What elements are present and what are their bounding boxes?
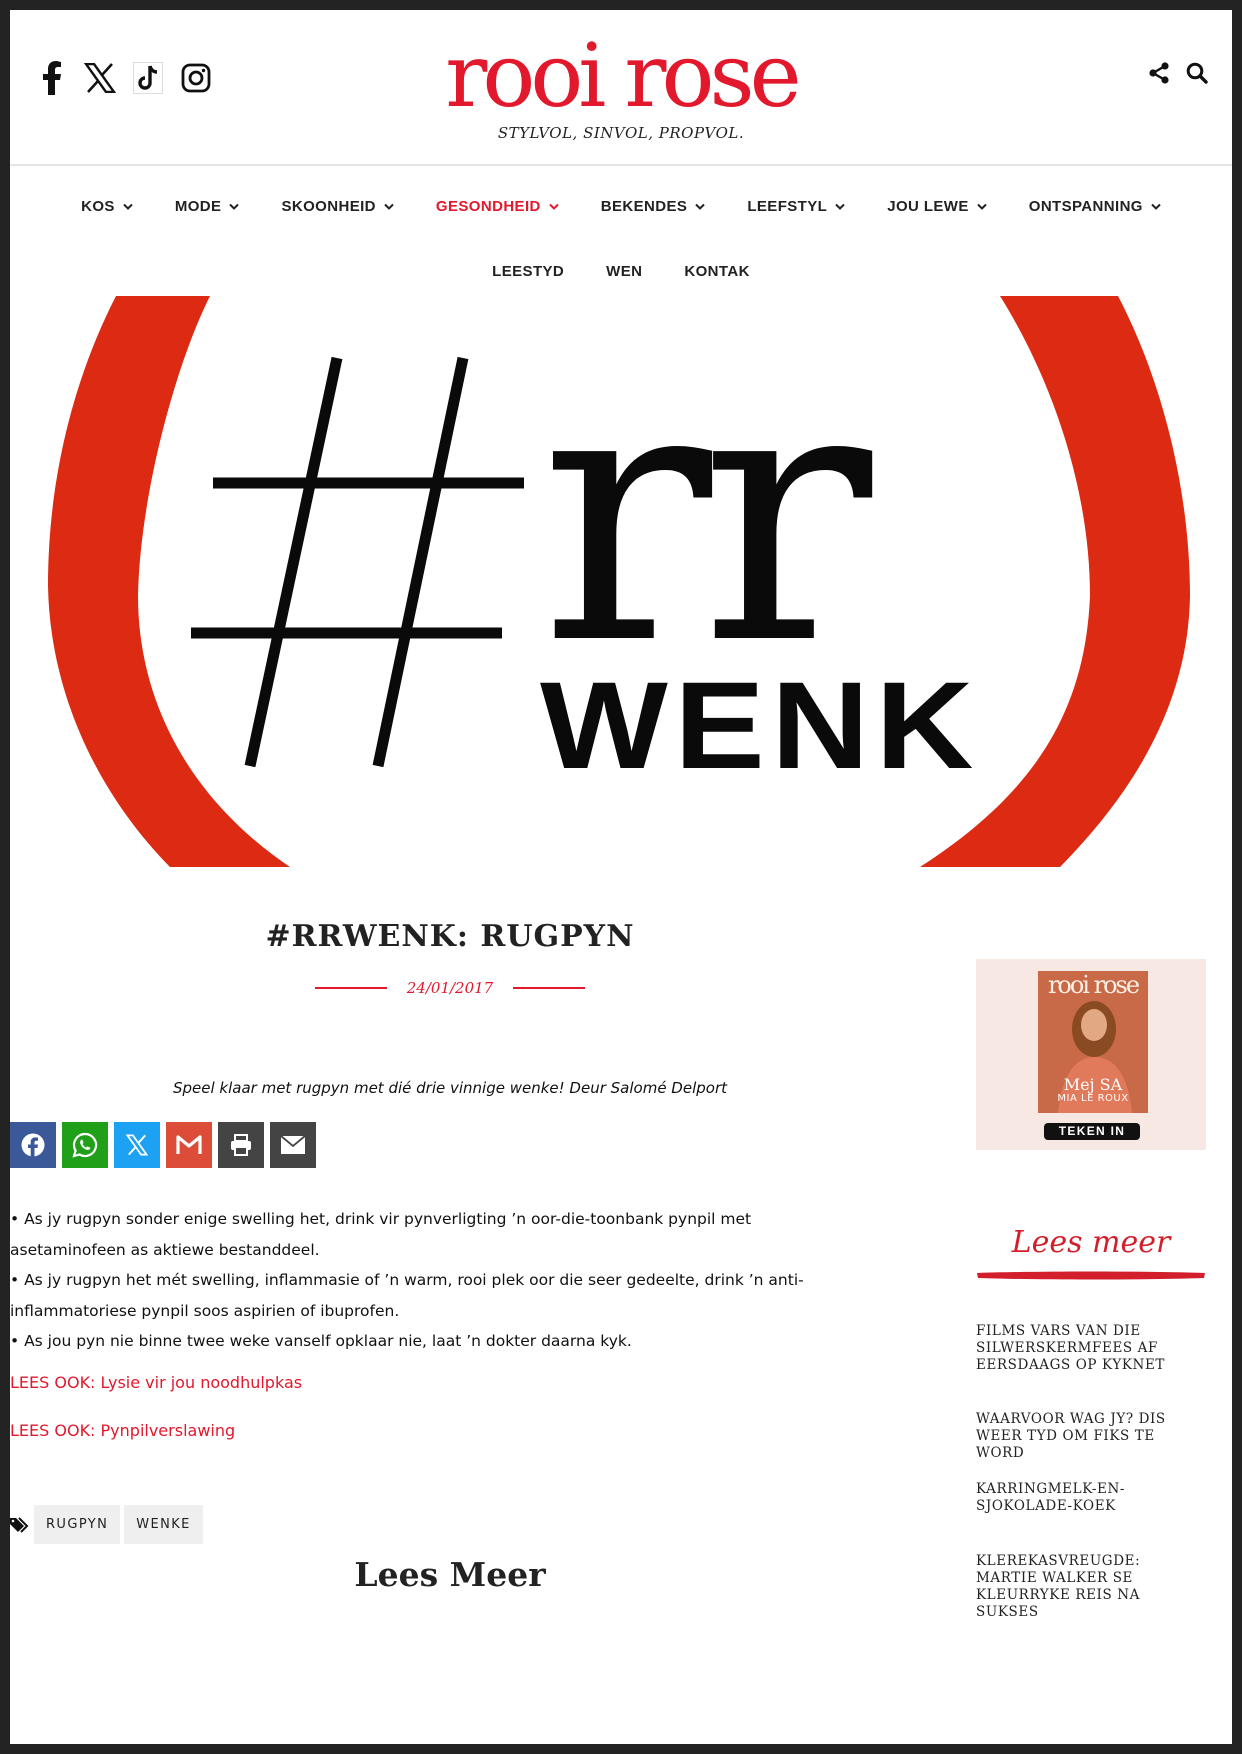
- chevron-down-icon: [123, 203, 133, 210]
- nav-item-label: LEESTYD: [492, 263, 565, 280]
- article-date: 24/01/2017: [406, 979, 494, 997]
- magazine-cover: rooi rose Mej SA MIA LE ROUX: [1038, 971, 1148, 1113]
- nav-row-secondary: LEESTYD WEN KONTAK: [10, 263, 1232, 280]
- nav-item-label: MODE: [174, 198, 222, 215]
- nav-item-jou-lewe[interactable]: JOU LEWE: [887, 198, 987, 215]
- sidebar-link[interactable]: WAARVOOR WAG JY? DIS WEER TYD OM FIKS TE…: [976, 1411, 1206, 1462]
- chevron-down-icon: [835, 203, 845, 210]
- nav-item-skoonheid[interactable]: SKOONHEID: [281, 198, 394, 215]
- nav-item-gesondheid[interactable]: GESONDHEID: [436, 198, 559, 215]
- nav-item-kos[interactable]: KOS: [81, 198, 133, 215]
- subscribe-button[interactable]: TEKEN IN: [1044, 1123, 1140, 1140]
- article-title: #RRWENK: RUGPYN: [265, 919, 635, 954]
- share-email-button[interactable]: [270, 1122, 316, 1168]
- tags-icon: [10, 1516, 29, 1533]
- nav-item-leefstyl[interactable]: LEEFSTYL: [747, 198, 845, 215]
- nav-row-primary: KOS MODE SKOONHEID GESONDHEID BEKENDES L…: [10, 198, 1232, 215]
- site-logo[interactable]: rooi rose STYLVOL, SINVOL, PROPVOL.: [10, 24, 1232, 143]
- nav-item-mode[interactable]: MODE: [175, 198, 240, 215]
- nav-item-wen[interactable]: WEN: [606, 263, 642, 280]
- sidebar-heading: Lees meer: [1011, 1225, 1171, 1260]
- chevron-down-icon: [229, 203, 240, 210]
- share-bar: [10, 1122, 322, 1168]
- hero-wenk-word: WENK: [540, 657, 980, 795]
- hash-symbol: [191, 356, 524, 768]
- x-twitter-icon: [126, 1134, 148, 1156]
- lees-ook-link[interactable]: LEES OOK: Pynpilverslawing: [10, 1421, 235, 1440]
- email-icon: [280, 1135, 306, 1154]
- magazine-logo: rooi rose: [1047, 971, 1140, 999]
- hero-image: rr WENK: [10, 296, 1232, 867]
- share-facebook-button[interactable]: [10, 1122, 56, 1168]
- sidebar-link[interactable]: KLEREKASVREUGDE: MARTIE WALKER SE KLEURR…: [976, 1553, 1206, 1621]
- chevron-down-icon: [384, 203, 394, 210]
- lees-meer-heading: Lees Meer: [354, 1555, 546, 1594]
- nav-item-label: KOS: [81, 198, 115, 215]
- nav-item-ontspanning[interactable]: ONTSPANNING: [1029, 198, 1161, 215]
- divider: [513, 987, 586, 989]
- header-tools: [1132, 62, 1208, 88]
- tag-rugpyn[interactable]: RUGPYN: [34, 1505, 121, 1544]
- sidebar-link[interactable]: FILMS VARS VAN DIE SILWERSKERMFEES AF EE…: [976, 1323, 1206, 1374]
- tag-wenke[interactable]: WENKE: [124, 1505, 203, 1544]
- nav-item-label: JOU LEWE: [887, 198, 969, 215]
- share-print-button[interactable]: [218, 1122, 264, 1168]
- site-header: rooi rose STYLVOL, SINVOL, PROPVOL.: [10, 10, 1232, 166]
- chevron-down-icon: [977, 203, 987, 210]
- chevron-down-icon: [1151, 203, 1161, 210]
- nav-item-label: WEN: [606, 263, 643, 280]
- nav-item-label: GESONDHEID: [435, 198, 541, 215]
- article-body: • As jy rugpyn sonder enige swelling het…: [10, 1204, 840, 1357]
- rr-wenk-graphic: rr WENK: [48, 296, 1190, 867]
- bullet-item: • As jou pyn nie binne twee weke vanself…: [10, 1332, 632, 1350]
- bullet-item: • As jy rugpyn sonder enige swelling het…: [10, 1210, 752, 1259]
- share-whatsapp-button[interactable]: [62, 1122, 108, 1168]
- tag-list: RUGPYN WENKE: [10, 1505, 203, 1544]
- share-x-button[interactable]: [114, 1122, 160, 1168]
- tagline: STYLVOL, SINVOL, PROPVOL.: [497, 124, 745, 142]
- nav-item-leestyd[interactable]: LEESTYD: [492, 263, 564, 280]
- facebook-icon: [21, 1133, 45, 1158]
- divider: [314, 987, 387, 989]
- share-gmail-button[interactable]: [166, 1122, 212, 1168]
- chevron-down-icon: [695, 203, 706, 210]
- sidebar: rooi rose Mej SA MIA LE ROUX TEKEN IN Le…: [976, 867, 1206, 1744]
- chevron-down-icon: [549, 203, 559, 210]
- nav-item-label: LEEFSTYL: [747, 198, 828, 215]
- share-icon[interactable]: [1148, 62, 1170, 88]
- sidebar-link[interactable]: KARRINGMELK-EN-SJOKOLADE-KOEK: [976, 1481, 1206, 1515]
- cover-subhead: MIA LE ROUX: [1057, 1093, 1129, 1104]
- gmail-icon: [176, 1135, 202, 1154]
- lees-ook-link[interactable]: LEES OOK: Lysie vir jou noodhulpkas: [10, 1373, 302, 1392]
- search-icon[interactable]: [1186, 62, 1208, 88]
- left-brush-stroke: [48, 296, 290, 867]
- cover-headline: Mej SA: [1063, 1075, 1123, 1094]
- nav-item-label: BEKENDES: [600, 198, 688, 215]
- nav-item-label: SKOONHEID: [281, 198, 376, 215]
- article-intro: Speel klaar met rugpyn met dié drie vinn…: [172, 1079, 728, 1097]
- nav-item-label: KONTAK: [684, 263, 750, 280]
- article-dateline: 24/01/2017: [10, 979, 890, 997]
- page: rooi rose STYLVOL, SINVOL, PROPVOL. KOS …: [10, 10, 1232, 1744]
- whatsapp-icon: [72, 1132, 98, 1158]
- bullet-item: • As jy rugpyn het mét swelling, inflamm…: [10, 1271, 804, 1320]
- magazine-subscribe-widget[interactable]: rooi rose Mej SA MIA LE ROUX TEKEN IN: [976, 959, 1206, 1150]
- logo-text: rooi rose: [445, 24, 801, 127]
- main-nav: KOS MODE SKOONHEID GESONDHEID BEKENDES L…: [10, 168, 1232, 298]
- brush-underline: [977, 1271, 1205, 1280]
- article: #RRWENK: RUGPYN 24/01/2017 Speel klaar m…: [10, 867, 890, 1744]
- print-icon: [231, 1134, 251, 1156]
- nav-item-label: ONTSPANNING: [1028, 198, 1143, 215]
- nav-item-bekendes[interactable]: BEKENDES: [601, 198, 706, 215]
- nav-item-kontak[interactable]: KONTAK: [684, 263, 749, 280]
